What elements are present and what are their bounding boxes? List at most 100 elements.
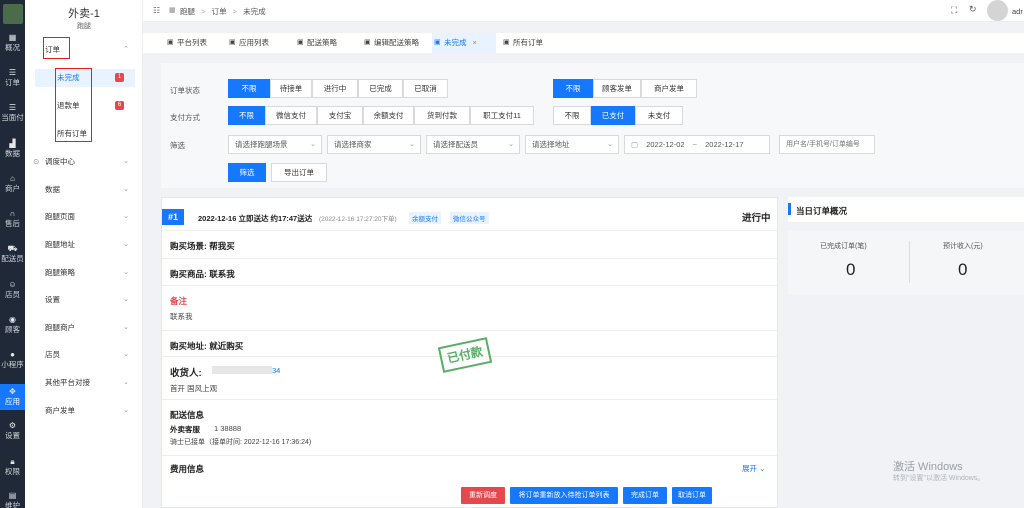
rail-item-data[interactable]: ▟ 数据 [0, 137, 25, 161]
pay-cod[interactable]: 货到付款 [414, 106, 470, 125]
pay-any[interactable]: 不限 [228, 106, 265, 125]
rail-item-permission[interactable]: 🔒︎ 权限 [0, 455, 25, 479]
status-completed[interactable]: 已完成 [358, 79, 403, 98]
expand-link[interactable]: 展开 ⌄ [742, 463, 765, 474]
pay-wechat[interactable]: 微信支付 [265, 106, 317, 125]
calendar-icon: ▢ [631, 140, 639, 149]
tab-platform-list[interactable]: ▣ 平台列表 [165, 33, 225, 53]
chevron-down-icon: ⌄ [123, 296, 129, 303]
avatar[interactable] [987, 0, 1008, 21]
address-select[interactable]: 请选择地址 ⌄ [525, 135, 619, 154]
chart-icon: ▟ [9, 139, 16, 148]
grid-icon: ▦ [8, 33, 17, 42]
rail-item-rider[interactable]: ⛟ 配送员 [0, 242, 25, 266]
tab-edit-delivery-strategy[interactable]: ▣ 编辑配送策略 [362, 33, 434, 53]
refresh-icon[interactable]: ↻ [969, 4, 977, 15]
paid-no[interactable]: 未支付 [635, 106, 683, 125]
summary-header: 当日订单概况 [788, 197, 1024, 222]
chat-icon: ● [10, 350, 15, 359]
source-merchant[interactable]: 商户发单 [641, 79, 697, 98]
pay-staff[interactable]: 职工支付11 [470, 106, 534, 125]
complete-order-button[interactable]: 完成订单 [623, 487, 667, 504]
collapse-icon[interactable]: ☷ [153, 6, 160, 15]
rider-select[interactable]: 请选择配送员 ⌄ [426, 135, 520, 154]
activation-watermark-title: 激活 Windows [893, 461, 963, 473]
menu-other-platforms[interactable]: 其他平台对接 ⌄ [25, 374, 143, 392]
remark-section: 备注 联系我 [162, 286, 777, 331]
rider-status: 骑士已接单（接单时间: 2022-12-16 17:36:24) [170, 439, 312, 446]
rail-item-merchant[interactable]: ⌂ 商户 [0, 172, 25, 196]
chevron-down-icon: ⌄ [123, 186, 129, 193]
status-cancelled[interactable]: 已取消 [403, 79, 448, 98]
paid-any[interactable]: 不限 [553, 106, 591, 125]
source-any[interactable]: 不限 [553, 79, 593, 98]
source-customer[interactable]: 顾客发单 [593, 79, 641, 98]
menu-data[interactable]: 数据 ⌄ [25, 181, 143, 199]
scene-select[interactable]: 请选择跑腿场景 ⌄ [228, 135, 322, 154]
search-input[interactable] [779, 135, 875, 154]
user-name[interactable]: adr [1012, 7, 1023, 16]
lock-icon: 🔒︎ [10, 457, 15, 466]
status-any[interactable]: 不限 [228, 79, 270, 98]
rail-item-settings[interactable]: ⚙ 设置 [0, 419, 25, 443]
chevron-down-icon: ⌄ [508, 141, 514, 148]
channel-tag: 微信公众号 [450, 212, 489, 224]
page-icon: ▣ [503, 39, 510, 46]
pay-alipay[interactable]: 支付宝 [317, 106, 363, 125]
summary-body: 已完成订单(笔) 0 预计收入(元) 0 [788, 231, 1024, 295]
store-icon: ⌂ [10, 174, 15, 183]
tab-unfinished[interactable]: ▣ 未完成 × [432, 33, 496, 53]
rail-item-maintain[interactable]: ▤ 维护 [0, 489, 25, 508]
close-icon[interactable]: × [473, 38, 477, 47]
buy-scene-section: 购买场景: 帮我买 [162, 231, 777, 259]
redispatch-button[interactable]: 重新调度 [461, 487, 505, 504]
menu-staff[interactable]: 店员 ⌄ [25, 346, 143, 364]
rail-item-facepay[interactable]: ☰ 当面付 [0, 101, 25, 125]
fullscreen-icon[interactable]: ⛶ [951, 5, 957, 16]
chevron-down-icon: ⌄ [123, 324, 129, 331]
menu-settings[interactable]: 设置 ⌄ [25, 291, 143, 309]
daily-summary: 当日订单概况 已完成订单(笔) 0 预计收入(元) 0 [788, 197, 1024, 295]
breadcrumb: 跑腿 > 订单 > 未完成 [180, 7, 266, 16]
status-ongoing[interactable]: 进行中 [312, 79, 358, 98]
menu-errand-pages[interactable]: 跑腿页面 ⌄ [25, 208, 143, 226]
tab-delivery-strategy[interactable]: ▣ 配送策略 [295, 33, 355, 53]
menu-merchant-dispatch[interactable]: 商户发单 ⌄ [25, 402, 143, 420]
rail-item-apps[interactable]: ✥ 应用 [0, 384, 25, 410]
list-icon: ☰ [8, 68, 17, 77]
rail-item-staff[interactable]: ☺ 店员 [0, 278, 25, 302]
status-pending[interactable]: 待接单 [270, 79, 312, 98]
pin-icon: ⊙ [33, 157, 40, 166]
requeue-button[interactable]: 将订单重新放入待抢订单列表 [510, 487, 618, 504]
filter-button[interactable]: 筛选 [228, 163, 266, 182]
rail-item-orders[interactable]: ☰ 订单 [0, 66, 25, 90]
divider [909, 241, 910, 283]
annotation-box-suborders [55, 68, 92, 142]
date-range-picker[interactable]: ▢ 2022-12-02 ~ 2022-12-17 [624, 135, 770, 154]
rail-item-overview[interactable]: ▦ 概况 [0, 31, 25, 55]
chevron-down-icon: ⌄ [759, 464, 766, 473]
tab-all-orders[interactable]: ▣ 所有订单 [501, 33, 561, 53]
tab-app-list[interactable]: ▣ 应用列表 [227, 33, 287, 53]
order-card: #1 2022-12-16 立即送达 约17:47送达 (2022-12-16 … [161, 197, 778, 508]
unfinished-count-badge: 1 [115, 73, 124, 82]
completed-count: 0 [846, 260, 856, 279]
order-delivery-time: 2022-12-16 立即送达 约17:47送达 [198, 214, 313, 223]
cancel-order-button[interactable]: 取消订单 [672, 487, 712, 504]
rail-item-miniapp[interactable]: ● 小程序 [0, 348, 25, 372]
rail-item-customer[interactable]: ◉ 顾客 [0, 313, 25, 337]
page-icon: ▣ [434, 39, 441, 46]
chevron-down-icon: ⌄ [123, 407, 129, 414]
menu-errand-strategy[interactable]: 跑腿策略 ⌄ [25, 264, 143, 282]
rider-icon: ⛟ [7, 244, 18, 253]
menu-errand-address[interactable]: 跑腿地址 ⌄ [25, 236, 143, 254]
pay-balance[interactable]: 余额支付 [363, 106, 414, 125]
list-icon: ☰ [8, 103, 17, 112]
receiver-phone[interactable]: 34 [272, 366, 280, 375]
menu-dispatch-center[interactable]: ⊙ 调度中心 ⌄ [25, 153, 143, 171]
menu-errand-merchant[interactable]: 跑腿商户 ⌄ [25, 319, 143, 337]
rail-item-aftersale[interactable]: ∩ 售后 [0, 207, 25, 231]
export-orders-button[interactable]: 导出订单 [271, 163, 327, 182]
merchant-select[interactable]: 请选择商家 ⌄ [327, 135, 421, 154]
paid-yes[interactable]: 已支付 [591, 106, 635, 125]
